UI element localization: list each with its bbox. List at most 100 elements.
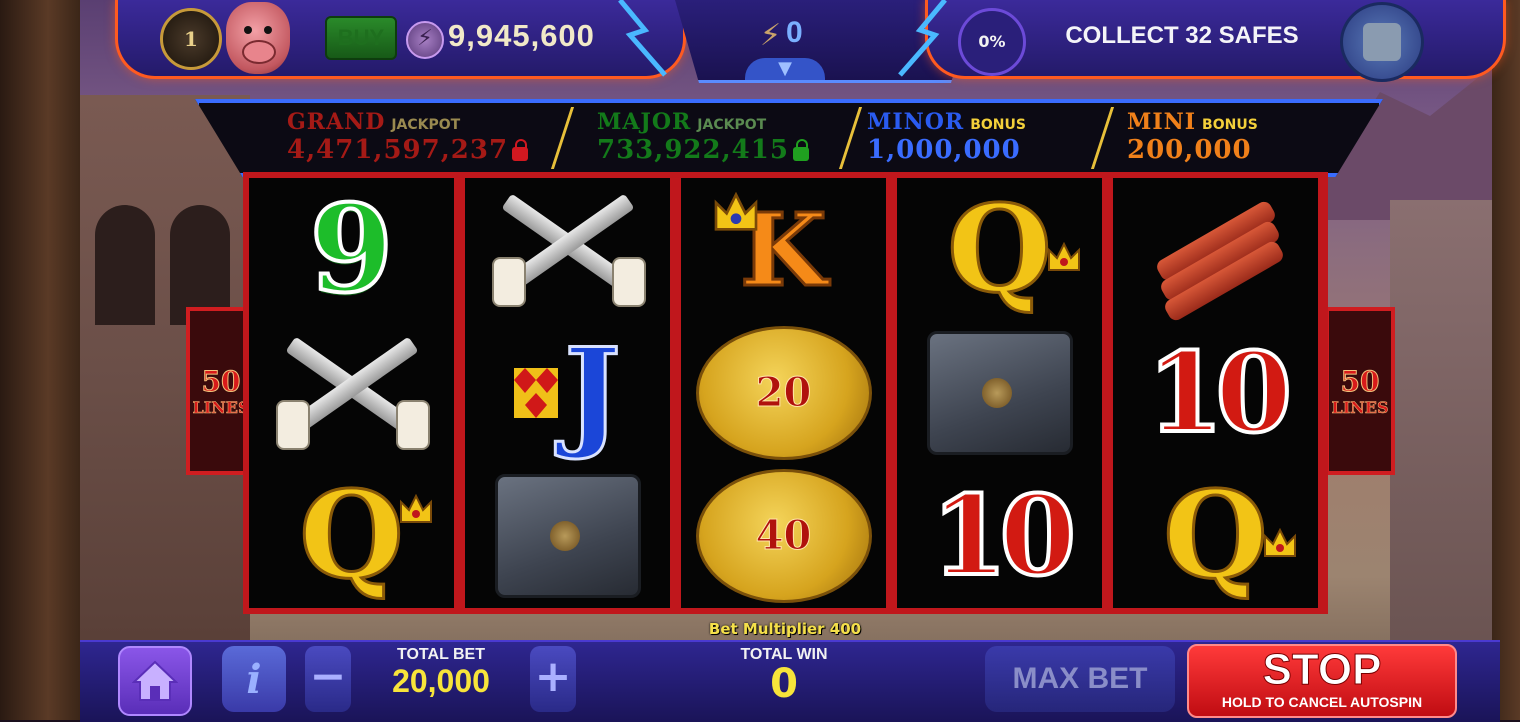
symbol-ten: 10 (897, 464, 1102, 607)
ten-symbol: 10 (929, 469, 1078, 602)
decrease-bet-button[interactable]: − (305, 646, 351, 712)
gold-coin-icon: 40 (695, 468, 872, 603)
symbol-queen: Q (897, 178, 1102, 322)
home-button[interactable] (118, 646, 192, 716)
pistol-grip (275, 399, 310, 450)
symbol-crossed-pistols (249, 321, 454, 464)
stop-autospin-button[interactable]: STOP HOLD TO CANCEL AUTOSPIN (1187, 644, 1457, 718)
symbol-queen: Q (1113, 464, 1318, 608)
dynamite-icon (1141, 198, 1291, 323)
nine-symbol: 9 (308, 177, 395, 322)
lines-count: 50 (201, 365, 241, 399)
symbol-queen: Q (249, 464, 454, 608)
lock-icon (792, 138, 809, 161)
reel-5: 10 Q (1113, 178, 1318, 608)
harlequin-flag-icon (514, 367, 559, 418)
jackpot-minor: MINOR BONUS 1,000,000 (867, 109, 1026, 167)
bolt-icon: ⚡ (760, 18, 782, 53)
crown-icon (1264, 528, 1296, 557)
symbol-crossed-pistols (465, 178, 670, 321)
info-icon: i (246, 655, 262, 703)
jackpot-divider (1090, 107, 1115, 169)
arch-window (95, 205, 155, 325)
puzzle-piece (1363, 23, 1401, 61)
total-win-display: TOTAL WIN 0 (684, 646, 884, 704)
safe-icon (494, 473, 641, 598)
total-bet-display: TOTAL BET 20,000 (355, 646, 527, 712)
jackpot-grand: GRAND JACKPOT 4,471,597,237 (287, 109, 529, 167)
symbol-ten: 10 (1113, 321, 1318, 464)
ten-symbol: 10 (1145, 326, 1294, 459)
jack-symbol: J (563, 321, 623, 465)
pig-avatar[interactable] (226, 2, 290, 74)
wood-frame-right (1492, 0, 1520, 720)
lines-count: 50 (1340, 365, 1380, 399)
coin-balance: 9,945,600 (448, 18, 595, 53)
reel-1: 9 Q (249, 177, 454, 608)
jackpot-name: GRAND (287, 109, 386, 135)
crown-icon (400, 494, 432, 523)
queen-symbol: Q (946, 178, 1054, 322)
total-win-value: 0 (770, 661, 798, 707)
crossed-pistols-icon (488, 193, 648, 307)
stop-sublabel: HOLD TO CANCEL AUTOSPIN (1221, 694, 1423, 710)
jackpot-name: MINI (1127, 109, 1197, 135)
crown-icon (714, 192, 758, 231)
jackpot-type: BONUS (970, 117, 1026, 133)
symbol-safe (897, 321, 1102, 464)
lock-icon (512, 138, 529, 161)
bolt-counter: 0 (786, 16, 803, 49)
total-bet-label: TOTAL BET (397, 646, 485, 663)
jackpot-mini: MINI BONUS 200,000 (1127, 109, 1258, 167)
jackpot-divider (838, 107, 863, 169)
lines-label: LINES (192, 398, 250, 418)
safe-icon (926, 330, 1073, 455)
info-button[interactable]: i (222, 646, 286, 712)
symbol-king: K (681, 178, 886, 321)
bet-multiplier-text: Bet Multiplier 400 (708, 620, 862, 638)
jackpot-value: 1,000,000 (867, 135, 1021, 165)
lines-badge-right: 50 LINES (1325, 307, 1395, 475)
level-number: 1 (184, 27, 198, 51)
pistol-grip (491, 256, 526, 307)
wood-frame-left (0, 0, 80, 720)
jackpot-type: JACKPOT (697, 117, 767, 133)
reel-2: J (465, 178, 670, 608)
pig-eye (244, 26, 252, 34)
coin-icon: ⚡ (406, 21, 444, 59)
jackpot-value: 200,000 (1127, 135, 1252, 165)
lightning-bolt-icon (898, 0, 947, 77)
pistol-grip (611, 256, 646, 307)
symbol-dynamite (1113, 178, 1318, 323)
level-badge[interactable]: 1 (160, 8, 222, 70)
jackpot-value: 733,922,415 (597, 135, 789, 165)
home-icon (132, 660, 178, 701)
reel-3: K 20 40 (681, 178, 886, 608)
coin-value: 20 (755, 369, 812, 417)
queen-symbol: Q (298, 464, 406, 608)
crown-icon (1048, 242, 1080, 271)
collect-goal-text[interactable]: COLLECT 32 SAFES (1032, 22, 1332, 50)
building-right (1390, 200, 1500, 640)
jackpot-name: MAJOR (597, 109, 692, 135)
jackpot-bar: GRAND JACKPOT 4,471,597,237 MAJOR JACKPOT … (195, 99, 1383, 177)
pistol-grip (395, 399, 430, 450)
jackpot-value: 4,471,597,237 (287, 135, 509, 165)
max-bet-button[interactable]: MAX BET (985, 646, 1175, 712)
jackpot-name: MINOR (867, 109, 965, 135)
lines-label: LINES (1331, 398, 1389, 418)
jackpot-type: BONUS (1202, 117, 1258, 133)
symbol-nine: 9 (249, 177, 454, 322)
puzzle-icon[interactable] (1340, 2, 1424, 82)
gold-coin-icon: 20 (695, 325, 872, 460)
coin-value: 40 (755, 512, 812, 560)
lightning-bolt-icon (618, 0, 667, 77)
symbol-gold-coin: 40 (681, 464, 886, 607)
symbol-safe (465, 464, 670, 607)
buy-button[interactable]: BUY (325, 16, 397, 60)
jackpot-type: JACKPOT (391, 117, 461, 133)
jackpot-divider (550, 107, 575, 169)
chevron-down-icon[interactable]: ▼ (745, 58, 825, 80)
increase-bet-button[interactable]: + (530, 646, 576, 712)
reel-grid: 9 Q J K 20 40 Q 10 10 Q (243, 172, 1328, 614)
